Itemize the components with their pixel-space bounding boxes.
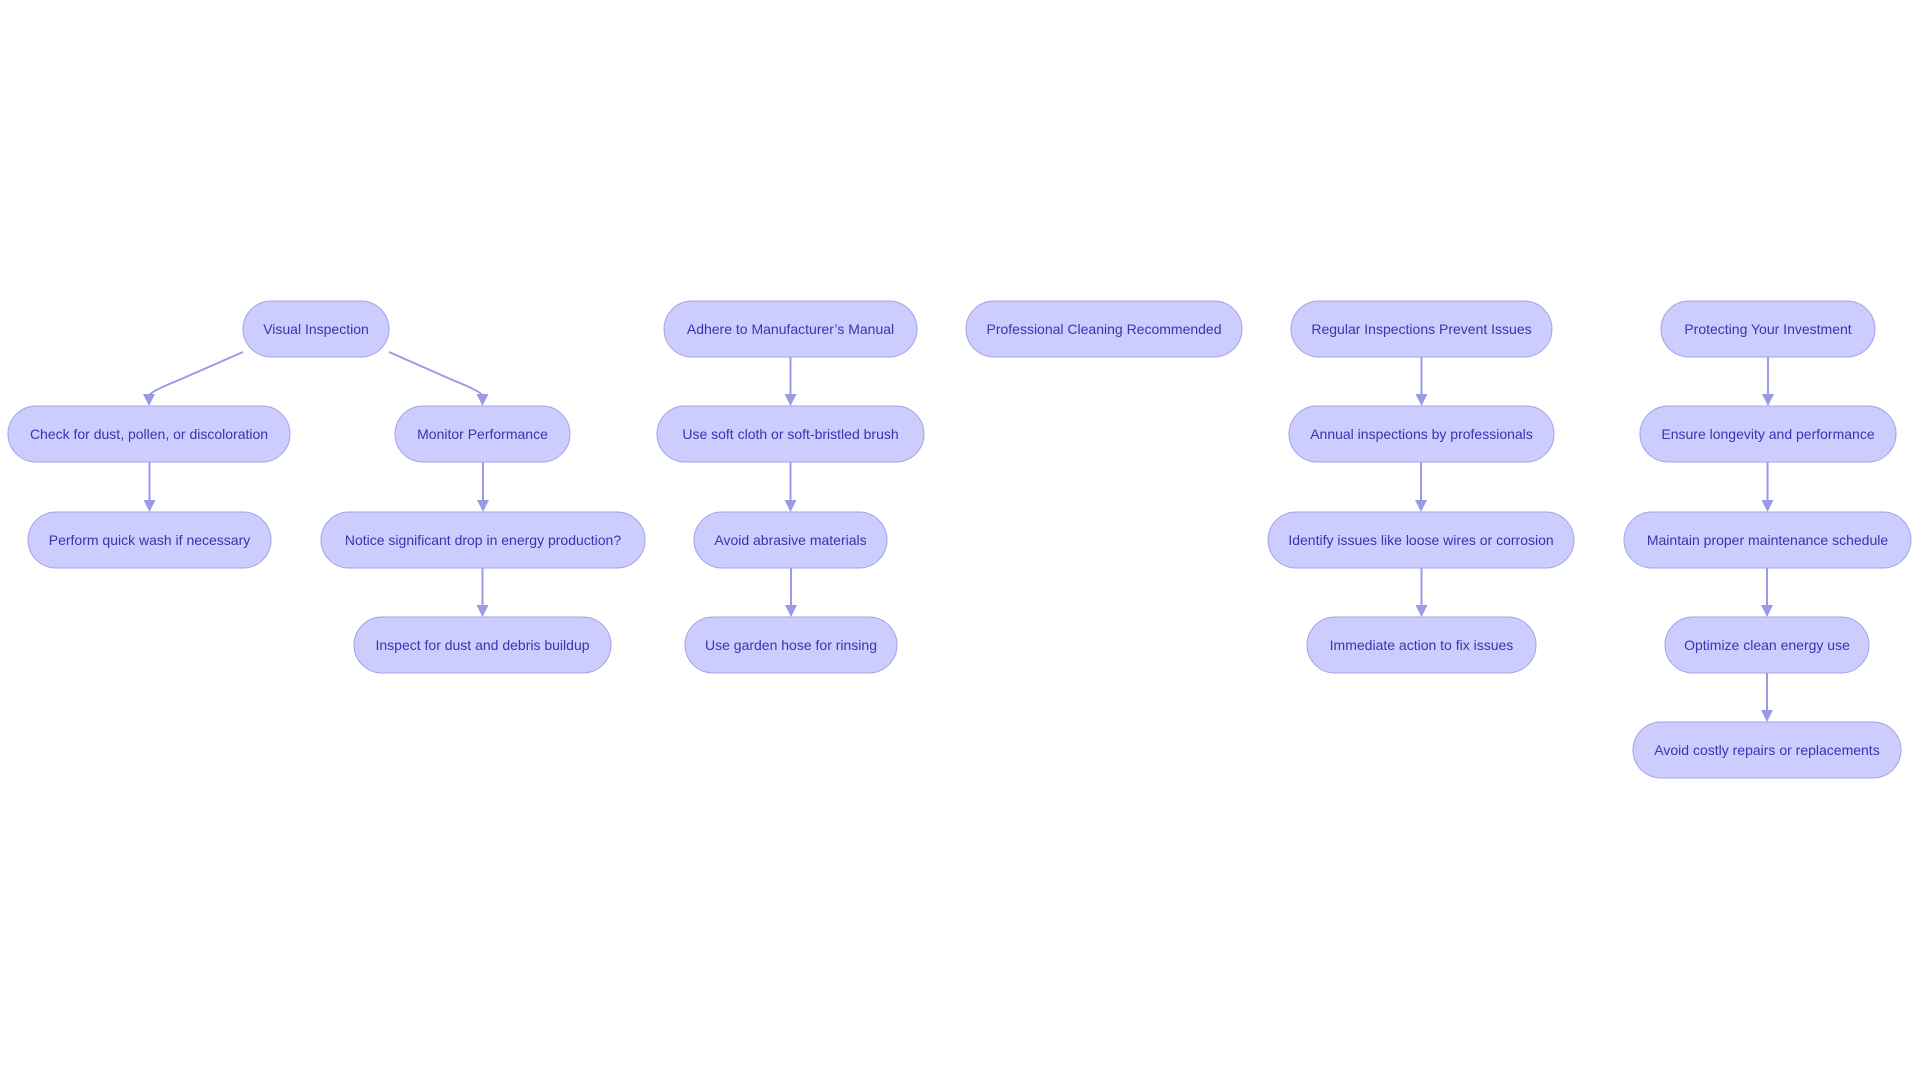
node-label: Avoid costly repairs or replacements	[1654, 742, 1879, 758]
node-label: Monitor Performance	[417, 426, 548, 442]
node-regular-inspections-prevent-issues: Regular Inspections Prevent Issues	[1290, 300, 1553, 358]
flowchart-diagram: Visual Inspection Check for dust, pollen,…	[7, 300, 1912, 779]
edge-n19-n20	[1761, 673, 1773, 722]
node-immediate-action-to-fix-issues: Immediate action to fix issues	[1306, 616, 1537, 674]
arrowhead-icon	[1415, 605, 1428, 617]
edge-n16-n17	[1762, 357, 1774, 406]
node-protecting-your-investment: Protecting Your Investment	[1660, 300, 1876, 358]
node-use-soft-cloth-or-soft-bristled-brush: Use soft cloth or soft-bristled brush	[656, 405, 925, 463]
arrowhead-icon	[1761, 710, 1773, 722]
node-maintain-proper-maintenance-schedule: Maintain proper maintenance schedule	[1623, 511, 1912, 569]
node-label: Use garden hose for rinsing	[705, 637, 877, 653]
arrowhead-icon	[784, 394, 797, 406]
node-label: Check for dust, pollen, or discoloration	[30, 426, 268, 442]
arrowhead-icon	[785, 605, 797, 617]
node-label: Adhere to Manufacturer’s Manual	[687, 321, 894, 337]
node-label: Perform quick wash if necessary	[49, 532, 251, 548]
node-label: Annual inspections by professionals	[1310, 426, 1533, 442]
edge-n1-n4	[388, 351, 489, 406]
arrowhead-icon	[476, 394, 489, 406]
node-label: Optimize clean energy use	[1684, 637, 1850, 653]
edge-n5-n6	[476, 568, 489, 617]
node-notice-significant-drop-in-energy-production: Notice significant drop in energy produc…	[320, 511, 646, 569]
edge-n2-n3	[143, 462, 156, 512]
arrowhead-icon	[143, 394, 155, 406]
node-identify-issues-like-loose-wires-or-corrosion: Identify issues like loose wires or corr…	[1267, 511, 1575, 569]
node-label: Use soft cloth or soft-bristled brush	[682, 426, 898, 442]
node-avoid-costly-repairs-or-replacements: Avoid costly repairs or replacements	[1632, 721, 1902, 779]
edge-n7-n8	[784, 357, 797, 406]
node-adhere-to-manufacturer-s-manual: Adhere to Manufacturer’s Manual	[663, 300, 918, 358]
edge-line	[148, 351, 244, 397]
edge-n8-n9	[784, 462, 797, 512]
arrowhead-icon	[143, 500, 156, 512]
node-label: Ensure longevity and performance	[1661, 426, 1874, 442]
node-label: Identify issues like loose wires or corr…	[1288, 532, 1553, 548]
node-label: Protecting Your Investment	[1684, 321, 1851, 337]
node-label: Avoid abrasive materials	[714, 532, 866, 548]
node-check-for-dust-pollen-or-discoloration: Check for dust, pollen, or discoloration	[7, 405, 291, 463]
node-visual-inspection: Visual Inspection	[242, 300, 390, 358]
edge-n13-n14	[1415, 462, 1427, 512]
arrowhead-icon	[1761, 500, 1774, 512]
edge-n12-n13	[1415, 357, 1428, 406]
arrowhead-icon	[477, 500, 489, 512]
node-avoid-abrasive-materials: Avoid abrasive materials	[693, 511, 888, 569]
edge-n17-n18	[1761, 462, 1774, 512]
node-perform-quick-wash-if-necessary: Perform quick wash if necessary	[27, 511, 272, 569]
node-label: Inspect for dust and debris buildup	[375, 637, 589, 653]
edge-n14-n15	[1415, 568, 1428, 617]
edge-n4-n5	[477, 462, 489, 512]
node-optimize-clean-energy-use: Optimize clean energy use	[1664, 616, 1870, 674]
node-label: Immediate action to fix issues	[1330, 637, 1514, 653]
arrowhead-icon	[1415, 500, 1427, 512]
edge-line	[388, 351, 484, 397]
edge-n18-n19	[1761, 568, 1773, 617]
nodes-layer: Visual Inspection Check for dust, pollen,…	[7, 300, 1912, 779]
edge-n1-n2	[143, 351, 244, 406]
edge-n9-n10	[785, 568, 797, 617]
node-label: Regular Inspections Prevent Issues	[1311, 321, 1531, 337]
arrowhead-icon	[1415, 394, 1428, 406]
node-inspect-for-dust-and-debris-buildup: Inspect for dust and debris buildup	[353, 616, 612, 674]
arrowhead-icon	[476, 605, 489, 617]
arrowhead-icon	[1762, 394, 1774, 406]
node-label: Visual Inspection	[263, 321, 369, 337]
arrowhead-icon	[784, 500, 797, 512]
node-label: Professional Cleaning Recommended	[986, 321, 1221, 337]
node-label: Maintain proper maintenance schedule	[1647, 532, 1888, 548]
node-professional-cleaning-recommended: Professional Cleaning Recommended	[965, 300, 1243, 358]
node-monitor-performance: Monitor Performance	[394, 405, 571, 463]
node-use-garden-hose-for-rinsing: Use garden hose for rinsing	[684, 616, 898, 674]
node-annual-inspections-by-professionals: Annual inspections by professionals	[1288, 405, 1555, 463]
node-label: Notice significant drop in energy produc…	[345, 532, 621, 548]
arrowhead-icon	[1761, 605, 1773, 617]
node-ensure-longevity-and-performance: Ensure longevity and performance	[1639, 405, 1897, 463]
